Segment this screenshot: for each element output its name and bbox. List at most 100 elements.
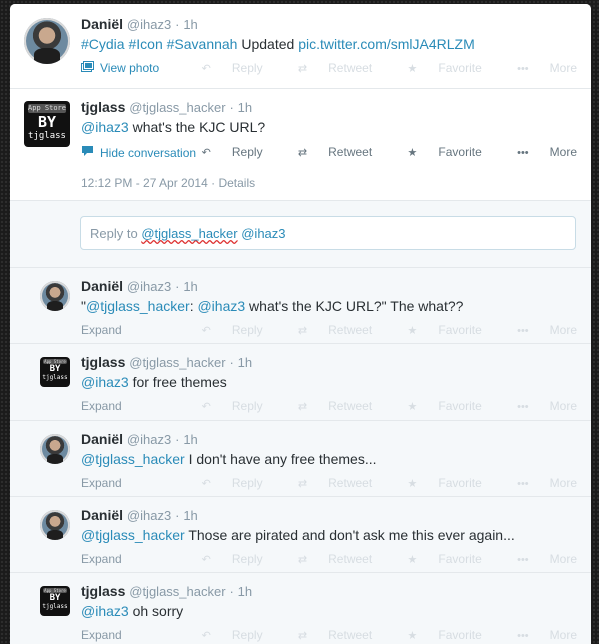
more-button[interactable]: ••• More	[501, 399, 577, 413]
display-name[interactable]: tjglass	[81, 354, 125, 370]
tweet-actions: ↶ Reply ⇄ Retweet ★ Favorite ••• More	[170, 552, 577, 566]
avatar[interactable]	[24, 18, 70, 64]
favorite-button[interactable]: ★ Favorite	[392, 552, 482, 566]
more-button[interactable]: ••• More	[501, 552, 577, 566]
reply-tweet[interactable]: Daniël @ihaz3 · 1h @tjglass_hacker I don…	[10, 420, 591, 497]
tweet-time[interactable]: 1h	[238, 100, 252, 115]
expand-link[interactable]: Expand	[81, 399, 122, 413]
display-name[interactable]: tjglass	[81, 99, 125, 115]
screen-name[interactable]: @tjglass_hacker	[129, 584, 225, 599]
screen-name[interactable]: @ihaz3	[127, 279, 171, 294]
favorite-button[interactable]: ★ Favorite	[392, 628, 482, 642]
tweet-time[interactable]: 1h	[183, 508, 197, 523]
tweet-header: tjglass @tjglass_hacker · 1h	[81, 583, 253, 599]
reply-button[interactable]: ↶ Reply	[186, 552, 263, 566]
retweet-button[interactable]: ⇄ Retweet	[282, 145, 372, 159]
retweet-button[interactable]: ⇄ Retweet	[282, 476, 372, 490]
reply-button[interactable]: ↶ Reply	[186, 323, 263, 337]
screen-name[interactable]: @tjglass_hacker	[129, 100, 225, 115]
star-icon: ★	[407, 478, 418, 490]
tweet[interactable]: Daniël @ihaz3 · 1h #Cydia #Icon #Savanna…	[10, 4, 591, 88]
reply-tweet[interactable]: Daniël @ihaz3 · 1h "@tjglass_hacker: @ih…	[10, 267, 591, 344]
expand-link[interactable]: Expand	[81, 323, 122, 337]
tweet-time[interactable]: 1h	[238, 584, 252, 599]
reply-input[interactable]: Reply to @tjglass_hacker @ihaz3	[80, 216, 576, 250]
reply-button[interactable]: ↶ Reply	[186, 61, 263, 75]
hashtag-link[interactable]: #Icon	[128, 36, 162, 52]
more-button[interactable]: ••• More	[501, 476, 577, 490]
favorite-button[interactable]: ★ Favorite	[392, 323, 482, 337]
tweet-header: Daniël @ihaz3 · 1h	[81, 431, 198, 447]
expand-link[interactable]: Expand	[81, 552, 122, 566]
tweet-time[interactable]: 1h	[183, 17, 197, 32]
avatar[interactable]: App Store BY tjglass	[40, 586, 70, 616]
mention-link[interactable]: @tjglass_hacker	[86, 298, 190, 314]
retweet-button[interactable]: ⇄ Retweet	[282, 323, 372, 337]
view-photo-link[interactable]: View photo	[81, 61, 159, 75]
display-name[interactable]: Daniël	[81, 507, 123, 523]
tweet-header: Daniël @ihaz3 · 1h	[81, 16, 198, 32]
tweet-timestamp: 12:12 PM - 27 Apr 2014 · Details	[81, 176, 256, 190]
expand-link[interactable]: Expand	[81, 476, 122, 490]
favorite-button[interactable]: ★ Favorite	[392, 61, 482, 75]
tweet-header: Daniël @ihaz3 · 1h	[81, 507, 198, 523]
mention-link[interactable]: @tjglass_hacker	[81, 527, 185, 543]
favorite-button[interactable]: ★ Favorite	[392, 399, 482, 413]
details-link[interactable]: Details	[218, 176, 255, 190]
tweet-text: "@tjglass_hacker: @ihaz3 what's the KJC …	[81, 298, 464, 314]
reply-button[interactable]: ↶ Reply	[186, 399, 263, 413]
tweet-actions: ↶ Reply ⇄ Retweet ★ Favorite ••• More	[170, 61, 577, 75]
reply-icon: ↶	[201, 478, 211, 490]
reply-button[interactable]: ↶ Reply	[186, 145, 263, 159]
expand-link[interactable]: Expand	[81, 628, 122, 642]
retweet-button[interactable]: ⇄ Retweet	[282, 552, 372, 566]
retweet-button[interactable]: ⇄ Retweet	[282, 628, 372, 642]
tweet-time[interactable]: 1h	[238, 355, 252, 370]
reply-button[interactable]: ↶ Reply	[186, 628, 263, 642]
avatar[interactable]: App Store BY tjglass	[40, 357, 70, 387]
timeline: Daniël @ihaz3 · 1h #Cydia #Icon #Savanna…	[10, 4, 591, 644]
screen-name[interactable]: @ihaz3	[127, 508, 171, 523]
more-button[interactable]: ••• More	[501, 61, 577, 75]
mention-link[interactable]: @tjglass_hacker	[81, 451, 185, 467]
tweet-text: #Cydia #Icon #Savannah Updated pic.twitt…	[81, 36, 475, 52]
display-name[interactable]: tjglass	[81, 583, 125, 599]
tweet-time[interactable]: 1h	[183, 279, 197, 294]
favorite-button[interactable]: ★ Favorite	[392, 145, 482, 159]
timestamp-text[interactable]: 12:12 PM - 27 Apr 2014	[81, 176, 208, 190]
more-button[interactable]: ••• More	[501, 145, 577, 159]
favorite-button[interactable]: ★ Favorite	[392, 476, 482, 490]
mention-link[interactable]: @ihaz3	[81, 603, 129, 619]
tweet-text: @ihaz3 for free themes	[81, 374, 227, 390]
hashtag-link[interactable]: #Savannah	[167, 36, 238, 52]
reply-icon: ↶	[201, 325, 211, 337]
retweet-button[interactable]: ⇄ Retweet	[282, 61, 372, 75]
avatar[interactable]: App Store BY tjglass	[24, 101, 70, 147]
screen-name[interactable]: @ihaz3	[127, 17, 171, 32]
tweet-time[interactable]: 1h	[183, 432, 197, 447]
more-button[interactable]: ••• More	[501, 323, 577, 337]
reply-tweet[interactable]: App Store BY tjglass tjglass @tjglass_ha…	[10, 343, 591, 421]
hashtag-link[interactable]: #Cydia	[81, 36, 125, 52]
mention-link[interactable]: @ihaz3	[81, 119, 129, 135]
mention-link[interactable]: @ihaz3	[197, 298, 245, 314]
mention-link[interactable]: @ihaz3	[81, 374, 129, 390]
display-name[interactable]: Daniël	[81, 431, 123, 447]
display-name[interactable]: Daniël	[81, 16, 123, 32]
display-name[interactable]: Daniël	[81, 278, 123, 294]
avatar[interactable]	[40, 510, 70, 540]
reply-tweet[interactable]: App Store BY tjglass tjglass @tjglass_ha…	[10, 572, 591, 644]
screen-name[interactable]: @ihaz3	[127, 432, 171, 447]
tweet-expanded[interactable]: App Store BY tjglass tjglass @tjglass_ha…	[10, 88, 591, 201]
tweet-actions: ↶ Reply ⇄ Retweet ★ Favorite ••• More	[170, 145, 577, 159]
tweet-text: @ihaz3 oh sorry	[81, 603, 184, 619]
tweet-header: tjglass @tjglass_hacker · 1h	[81, 99, 253, 115]
reply-button[interactable]: ↶ Reply	[186, 476, 263, 490]
retweet-button[interactable]: ⇄ Retweet	[282, 399, 372, 413]
pic-link[interactable]: pic.twitter.com/smlJA4RLZM	[298, 36, 475, 52]
reply-tweet[interactable]: Daniël @ihaz3 · 1h @tjglass_hacker Those…	[10, 496, 591, 573]
screen-name[interactable]: @tjglass_hacker	[129, 355, 225, 370]
more-button[interactable]: ••• More	[501, 628, 577, 642]
avatar[interactable]	[40, 281, 70, 311]
avatar[interactable]	[40, 434, 70, 464]
